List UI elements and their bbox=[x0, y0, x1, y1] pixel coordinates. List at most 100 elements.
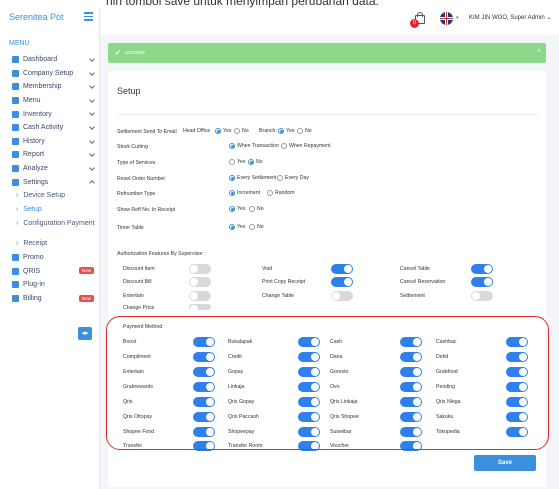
chevron-down-icon bbox=[89, 137, 95, 144]
sidebar-item-cash-activity[interactable]: Cash Activity bbox=[0, 121, 100, 135]
building-icon bbox=[12, 69, 19, 77]
timer-table-label: Timer Table bbox=[117, 225, 144, 231]
auth-feature-label: Entertain bbox=[123, 293, 144, 299]
chevron-down-icon bbox=[89, 83, 95, 90]
when-transaction-radio[interactable]: When Transaction bbox=[228, 143, 279, 149]
check-icon: ✔ bbox=[115, 50, 121, 57]
alert-message: success bbox=[125, 50, 145, 56]
every-day-radio[interactable]: Every Day bbox=[276, 175, 309, 181]
user-chevron-down-icon: ⌄ bbox=[546, 15, 552, 21]
auth-feature-label: Print Copy Receipt bbox=[262, 279, 306, 285]
sidebar-item-billing[interactable]: Billing New bbox=[0, 292, 100, 306]
auth-feature-toggle[interactable] bbox=[189, 304, 211, 313]
sidebar-item-label: Setup bbox=[23, 205, 42, 213]
random-radio[interactable]: Random bbox=[266, 190, 295, 196]
chevron-down-icon bbox=[89, 69, 95, 76]
sidebar-item-label: QRIS bbox=[23, 267, 41, 275]
auth-feature-toggle[interactable] bbox=[471, 264, 493, 274]
auth-feature-toggle[interactable] bbox=[471, 277, 493, 287]
sidebar-item-settings[interactable]: Settings bbox=[0, 175, 100, 189]
save-button[interactable]: Save bbox=[474, 455, 536, 471]
collapse-sidebar-button[interactable]: ◂▸ bbox=[78, 327, 92, 340]
sidebar-item-label: Device Setup bbox=[23, 192, 65, 200]
sidebar-item-label: History bbox=[23, 137, 45, 145]
auth-feature-label: Cancel Reservation bbox=[400, 279, 446, 285]
auth-feature-toggle[interactable] bbox=[189, 277, 211, 287]
sidebar-item-inventory[interactable]: Inventory bbox=[0, 107, 100, 121]
timer-yes-radio[interactable]: Yes bbox=[228, 224, 245, 230]
auth-feature-toggle[interactable] bbox=[189, 291, 211, 301]
auth-feature-toggle[interactable] bbox=[331, 291, 353, 301]
auth-feature-toggle[interactable] bbox=[331, 264, 353, 274]
head-office-label: Head Office bbox=[183, 128, 211, 134]
chevron-down-icon bbox=[89, 110, 95, 117]
sidebar-item-company-setup[interactable]: Company Setup bbox=[0, 67, 100, 81]
auth-feature-toggle[interactable] bbox=[189, 264, 211, 274]
dollar-icon bbox=[12, 124, 19, 132]
plugin-icon bbox=[12, 281, 19, 289]
head-office-no-radio[interactable]: No bbox=[233, 128, 249, 134]
sidebar-item-analyze[interactable]: Analyze bbox=[0, 162, 100, 176]
chevron-right-icon: › bbox=[16, 205, 19, 213]
services-no-radio[interactable]: No bbox=[247, 159, 263, 165]
head-office-yes-radio[interactable]: Yes bbox=[214, 128, 231, 134]
hamburger-icon[interactable] bbox=[84, 12, 93, 21]
sidebar-subitem-setup[interactable]: › Setup bbox=[0, 203, 100, 217]
show-reff-label: Show Reff No. In Receipt bbox=[117, 207, 176, 213]
stock-cutting-label: Stock Cutting bbox=[117, 144, 148, 150]
percent-icon bbox=[12, 254, 19, 262]
sidebar-item-promo[interactable]: Promo bbox=[0, 251, 100, 265]
auth-feature-toggle[interactable] bbox=[471, 291, 493, 301]
sidebar-item-history[interactable]: History bbox=[0, 135, 100, 149]
auth-feature-toggle[interactable] bbox=[331, 277, 353, 287]
timer-no-radio[interactable]: No bbox=[248, 224, 264, 230]
increment-radio[interactable]: Increment bbox=[228, 190, 260, 196]
settlement-label: Settlement Send To Email bbox=[117, 129, 177, 135]
sidebar-item-label: Cash Activity bbox=[23, 124, 64, 132]
uk-flag-icon[interactable] bbox=[440, 12, 453, 25]
chevron-down-icon bbox=[89, 56, 95, 62]
billing-icon bbox=[12, 294, 19, 302]
sidebar-item-label: Receipt bbox=[23, 240, 48, 248]
branch-yes-radio[interactable]: Yes bbox=[277, 128, 294, 134]
sidebar-item-plug-in[interactable]: Plug-in bbox=[0, 278, 100, 292]
show-reff-no-radio[interactable]: No bbox=[248, 206, 264, 212]
qr-icon bbox=[12, 267, 19, 275]
history-icon bbox=[12, 137, 19, 145]
branch-label: Branch: bbox=[259, 128, 277, 134]
sidebar-item-membership[interactable]: Membership bbox=[0, 80, 100, 94]
chevron-right-icon: › bbox=[16, 192, 19, 200]
sidebar-item-report[interactable]: Report bbox=[0, 148, 100, 162]
services-yes-radio[interactable]: Yes bbox=[228, 159, 245, 165]
auth-feature-label: Change Table bbox=[262, 293, 294, 299]
user-menu[interactable]: KIM JIN WOO, Super Admin ⌄ bbox=[469, 14, 551, 21]
auth-feature-label: Discount Bill bbox=[123, 279, 152, 285]
when-repayment-radio[interactable]: When Repayment bbox=[280, 143, 331, 149]
close-icon[interactable]: × bbox=[537, 48, 541, 55]
sidebar-item-label: Promo bbox=[23, 254, 44, 262]
show-reff-yes-radio[interactable]: Yes bbox=[228, 206, 245, 212]
sidebar-item-qris[interactable]: QRIS New bbox=[0, 264, 100, 278]
reset-order-label: Reset Order Number bbox=[117, 176, 166, 182]
chevron-down-icon bbox=[89, 124, 95, 130]
sidebar-item-dashboard[interactable]: Dashboard bbox=[0, 53, 100, 67]
dashboard-icon bbox=[12, 56, 19, 64]
auth-feature-label: Cancel Table bbox=[400, 266, 430, 272]
auth-feature-label: Change Price bbox=[123, 305, 155, 311]
brand-name[interactable]: Serenitea Pot bbox=[9, 12, 64, 22]
sidebar-item-label: Company Setup bbox=[23, 69, 74, 77]
chevron-up-icon bbox=[89, 180, 95, 187]
menu-label: MENU bbox=[9, 40, 30, 47]
analyze-icon bbox=[12, 165, 19, 173]
chevron-right-icon: › bbox=[16, 240, 19, 248]
sidebar-subitem-receipt[interactable]: › Receipt bbox=[0, 237, 100, 251]
language-chevron-down-icon[interactable]: ▾ bbox=[456, 15, 459, 21]
every-settlement-radio[interactable]: Every Settlement bbox=[228, 175, 277, 181]
sidebar-item-menu[interactable]: Menu bbox=[0, 94, 100, 108]
sidebar-subitem-device-setup[interactable]: › Device Setup bbox=[0, 189, 100, 203]
branch-no-radio[interactable]: No bbox=[296, 128, 312, 134]
sidebar-subitem-configuration-payment[interactable]: › Configuration Payment bbox=[0, 216, 100, 237]
auth-title: Authorization Features By Supervisor : bbox=[117, 251, 206, 257]
cart-icon[interactable]: 0 bbox=[410, 11, 426, 28]
sidebar: Serenitea Pot MENU Dashboard Company Setu… bbox=[0, 9, 100, 489]
